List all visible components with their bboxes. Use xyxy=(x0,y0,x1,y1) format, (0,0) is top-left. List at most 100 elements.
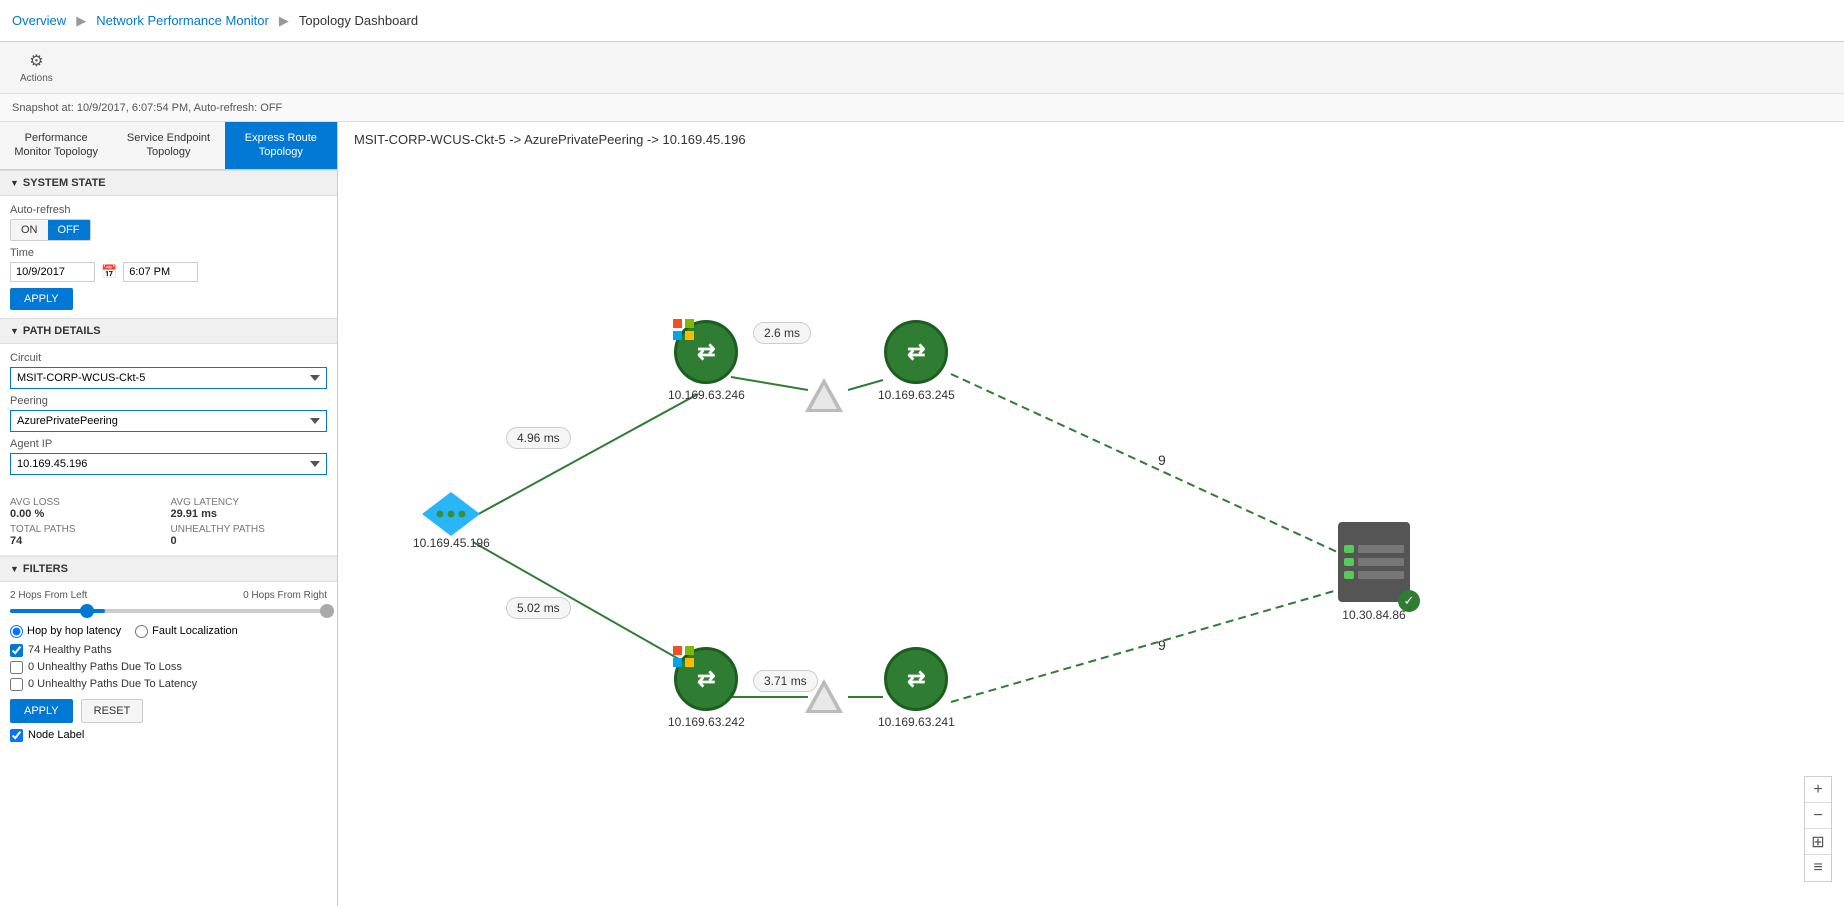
checkbox-loss-row: 0 Unhealthy Paths Due To Loss xyxy=(10,661,327,674)
slider-thumb-left[interactable] xyxy=(80,604,94,618)
breadcrumb-topology: Topology Dashboard xyxy=(299,13,418,28)
breadcrumb-npm[interactable]: Network Performance Monitor xyxy=(96,13,269,28)
device-bar-3 xyxy=(1358,571,1404,579)
filters-apply-button[interactable]: APPLY xyxy=(10,699,73,723)
total-paths-value: 74 xyxy=(10,535,22,547)
node-1[interactable]: ⇄ 10.169.63.246 xyxy=(668,320,745,402)
filter-buttons: APPLY RESET xyxy=(10,699,327,723)
path-details-title: PATH DETAILS xyxy=(23,325,101,337)
avg-loss-label: AVG LOSS xyxy=(10,497,167,508)
radio-fault-loc[interactable]: Fault Localization xyxy=(135,625,238,638)
swap-icon-1: ⇄ xyxy=(697,339,715,365)
tab-service-endpoint[interactable]: Service Endpoint Topology xyxy=(112,122,224,169)
device-bar-1 xyxy=(1358,545,1404,553)
destination-label: 10.30.84.86 xyxy=(1338,608,1410,622)
agent-ip-select[interactable]: 10.169.45.196 xyxy=(10,453,327,475)
circuit-row: MSIT-CORP-WCUS-Ckt-5 xyxy=(10,367,327,389)
radio-fault-input[interactable] xyxy=(135,625,148,638)
hop-triangle-lower xyxy=(805,679,843,713)
calendar-icon[interactable]: 📅 xyxy=(101,264,117,280)
peering-row: AzurePrivatePeering xyxy=(10,410,327,432)
checkbox-latency-label: 0 Unhealthy Paths Due To Latency xyxy=(28,678,197,690)
header: Overview ▶ Network Performance Monitor ▶… xyxy=(0,0,1844,42)
radio-hop-input[interactable] xyxy=(10,625,23,638)
snapshot-text: Snapshot at: 10/9/2017, 6:07:54 PM, Auto… xyxy=(12,102,282,114)
checkbox-latency-row: 0 Unhealthy Paths Due To Latency xyxy=(10,678,327,691)
checkbox-loss[interactable] xyxy=(10,661,23,674)
radio-hop-label: Hop by hop latency xyxy=(27,625,121,637)
date-input[interactable] xyxy=(10,262,95,282)
device-row-2 xyxy=(1344,558,1404,566)
ms-logo-3 xyxy=(673,646,695,668)
peering-select[interactable]: AzurePrivatePeering xyxy=(10,410,327,432)
circuit-label: Circuit xyxy=(10,352,327,364)
agent-node[interactable]: 10.169.45.196 xyxy=(413,492,490,550)
path-details-content: Circuit MSIT-CORP-WCUS-Ckt-5 Peering Azu… xyxy=(0,344,337,489)
zoom-list-button[interactable]: ≡ xyxy=(1805,855,1831,881)
left-panel: Performance Monitor Topology Service End… xyxy=(0,122,338,906)
destination-device[interactable]: ✓ 10.30.84.86 xyxy=(1338,522,1410,622)
canvas-area: MSIT-CORP-WCUS-Ckt-5 -> AzurePrivatePeer… xyxy=(338,122,1844,906)
avg-latency-value: 29.91 ms xyxy=(171,508,217,520)
node-3[interactable]: ⇄ 10.169.63.242 xyxy=(668,647,745,729)
swap-icon-2: ⇄ xyxy=(907,339,925,365)
avg-latency-stat: AVG LATENCY 29.91 ms xyxy=(171,497,328,520)
filters-header[interactable]: ▼ FILTERS xyxy=(0,556,337,582)
auto-refresh-toggle: ON OFF xyxy=(10,219,327,241)
zoom-fit-button[interactable]: ⊞ xyxy=(1805,829,1831,855)
time-input[interactable] xyxy=(123,262,198,282)
node-2-label: 10.169.63.245 xyxy=(878,388,955,402)
node-label-checkbox[interactable] xyxy=(10,729,23,742)
system-state-header[interactable]: ▼ SYSTEM STATE xyxy=(0,170,337,196)
radio-hop-latency[interactable]: Hop by hop latency xyxy=(10,625,121,638)
time-label: Time xyxy=(10,247,327,259)
circuit-select[interactable]: MSIT-CORP-WCUS-Ckt-5 xyxy=(10,367,327,389)
snapshot-bar: Snapshot at: 10/9/2017, 6:07:54 PM, Auto… xyxy=(0,94,1844,122)
checkbox-healthy-label: 74 Healthy Paths xyxy=(28,644,112,656)
ms-logo-1 xyxy=(673,319,695,341)
path-details-header[interactable]: ▼ PATH DETAILS xyxy=(0,318,337,344)
device-led-1 xyxy=(1344,545,1354,553)
agent-diamond xyxy=(422,492,480,532)
filters-reset-button[interactable]: RESET xyxy=(81,699,144,723)
system-state-apply-button[interactable]: APPLY xyxy=(10,288,73,310)
agent-ip-label: Agent IP xyxy=(10,438,327,450)
node-label-text: Node Label xyxy=(28,729,84,741)
actions-button[interactable]: ⚙ Actions xyxy=(12,47,61,88)
auto-refresh-label: Auto-refresh xyxy=(10,204,327,216)
checkbox-latency[interactable] xyxy=(10,678,23,691)
actions-icon: ⚙ xyxy=(29,51,43,71)
checkbox-healthy[interactable] xyxy=(10,644,23,657)
filters-arrow: ▼ xyxy=(10,564,19,574)
device-rect: ✓ xyxy=(1338,522,1410,602)
hop-label-upper: 9 xyxy=(1158,452,1166,468)
node-1-circle: ⇄ xyxy=(674,320,738,384)
network-svg xyxy=(338,122,1844,906)
time-row: 📅 xyxy=(10,262,327,282)
system-state-arrow: ▼ xyxy=(10,178,19,188)
toggle-off-button[interactable]: OFF xyxy=(48,220,90,240)
peering-label: Peering xyxy=(10,395,327,407)
tab-performance-monitor[interactable]: Performance Monitor Topology xyxy=(0,122,112,169)
checkbox-loss-label: 0 Unhealthy Paths Due To Loss xyxy=(28,661,182,673)
zoom-out-button[interactable]: − xyxy=(1805,803,1831,829)
node-4[interactable]: ⇄ 10.169.63.241 xyxy=(878,647,955,729)
zoom-in-button[interactable]: + xyxy=(1805,777,1831,803)
hop-triangle-upper xyxy=(805,378,843,412)
tab-express-route[interactable]: Express Route Topology xyxy=(225,122,337,169)
radio-fault-label: Fault Localization xyxy=(152,625,238,637)
device-led-3 xyxy=(1344,571,1354,579)
latency-bubble-0: 2.6 ms xyxy=(753,322,811,344)
slider-thumb-right[interactable] xyxy=(320,604,334,618)
breadcrumb-sep-1: ▶ xyxy=(76,13,86,29)
toggle-on-button[interactable]: ON xyxy=(11,220,48,240)
breadcrumb-overview[interactable]: Overview xyxy=(12,13,66,28)
node-label-row: Node Label xyxy=(10,729,327,746)
latency-bubble-1: 4.96 ms xyxy=(506,427,571,449)
hops-slider-track[interactable] xyxy=(10,609,327,613)
hops-right-label: 0 Hops From Right xyxy=(243,590,327,601)
path-details-arrow: ▼ xyxy=(10,326,19,336)
agent-ip-row: 10.169.45.196 xyxy=(10,453,327,475)
node-2[interactable]: ⇄ 10.169.63.245 xyxy=(878,320,955,402)
swap-icon-4: ⇄ xyxy=(907,666,925,692)
